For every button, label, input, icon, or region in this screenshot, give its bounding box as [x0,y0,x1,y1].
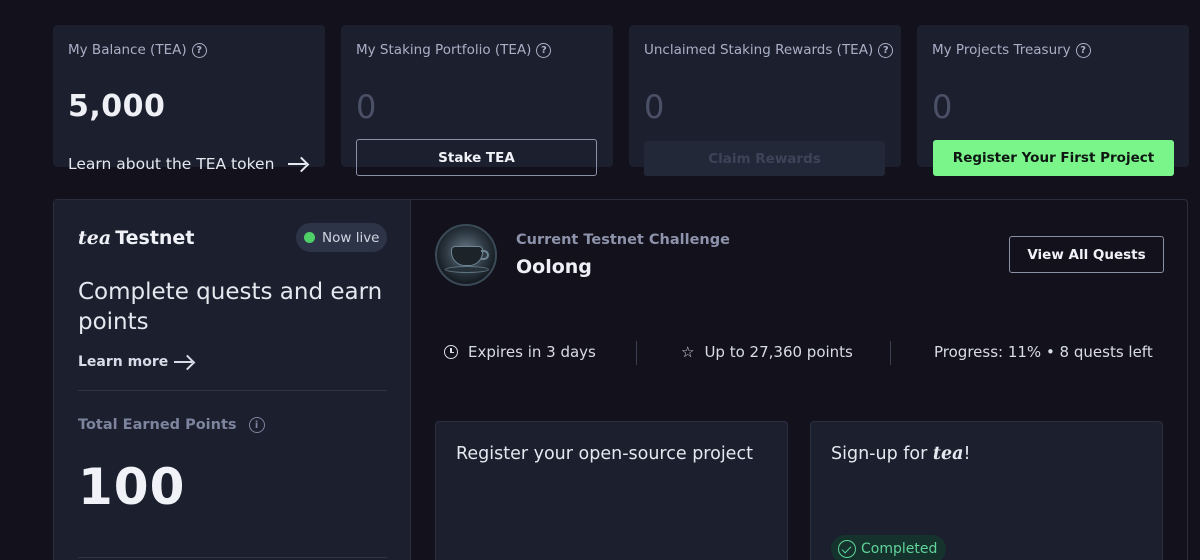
testnet-panel: tea Testnet Now live Complete quests and … [53,199,1188,560]
help-icon[interactable]: ? [191,42,207,58]
check-circle-icon [838,540,856,558]
testnet-sidebar: tea Testnet Now live Complete quests and … [54,200,411,560]
help-icon[interactable]: ? [1075,42,1091,58]
balance-value: 5,000 [68,89,166,124]
live-dot-icon [304,232,315,243]
testnet-headline: Complete quests and earn points [78,279,383,335]
unclaimed-rewards-title: Unclaimed Staking Rewards (TEA) ? [644,42,894,58]
learn-more-link[interactable]: Learn more [78,354,194,370]
challenge-stats: Expires in 3 days ☆ Up to 27,360 points … [411,338,1189,368]
challenge-name: Oolong [516,256,592,278]
staking-portfolio-card: My Staking Portfolio (TEA) ? 0 Stake TEA [341,25,613,176]
completed-badge: Completed [831,535,947,560]
earned-points-value: 100 [78,458,186,516]
arrow-right-icon [174,355,194,369]
register-first-project-button[interactable]: Register Your First Project [933,140,1174,176]
progress-stat: Progress: 11% • 8 quests left [934,343,1153,361]
balance-card: My Balance (TEA) ? 5,000 Learn about the… [53,25,325,173]
info-icon[interactable]: i [248,417,265,433]
expires-stat: Expires in 3 days [444,343,596,361]
quest-title: Register your open-source project [456,444,753,464]
help-icon[interactable]: ? [878,42,894,58]
quest-card[interactable]: Register your open-source project [435,421,788,560]
clock-icon [444,345,458,359]
projects-treasury-card: My Projects Treasury ? 0 Register Your F… [917,25,1189,176]
earned-points-label: Total Earned Points i [78,417,265,433]
teacup-image [435,224,497,286]
challenge-subtitle: Current Testnet Challenge [516,232,730,248]
divider [78,557,387,558]
stat-divider [636,341,637,365]
projects-treasury-value: 0 [932,88,953,126]
unclaimed-rewards-card: Unclaimed Staking Rewards (TEA) ? 0 Clai… [629,25,901,176]
staking-portfolio-value: 0 [356,88,377,126]
stat-divider [890,341,891,365]
status-badge: Now live [296,223,387,252]
claim-rewards-button[interactable]: Claim Rewards [644,141,885,176]
stake-tea-button[interactable]: Stake TEA [356,139,597,176]
projects-treasury-title: My Projects Treasury ? [932,42,1091,58]
star-icon: ☆ [681,342,695,361]
testnet-brand: tea Testnet [78,227,195,249]
view-all-quests-button[interactable]: View All Quests [1009,236,1164,273]
unclaimed-rewards-value: 0 [644,88,665,126]
learn-tea-token-link[interactable]: Learn about the TEA token [68,155,308,173]
staking-portfolio-title: My Staking Portfolio (TEA) ? [356,42,552,58]
divider [78,390,387,391]
help-icon[interactable]: ? [536,42,552,58]
quest-card[interactable]: Sign-up for tea! Completed [810,421,1163,560]
arrow-right-icon [288,157,308,171]
quest-title: Sign-up for tea! [831,444,971,464]
balance-card-title: My Balance (TEA) ? [68,42,207,58]
reward-stat: ☆ Up to 27,360 points [681,342,853,361]
